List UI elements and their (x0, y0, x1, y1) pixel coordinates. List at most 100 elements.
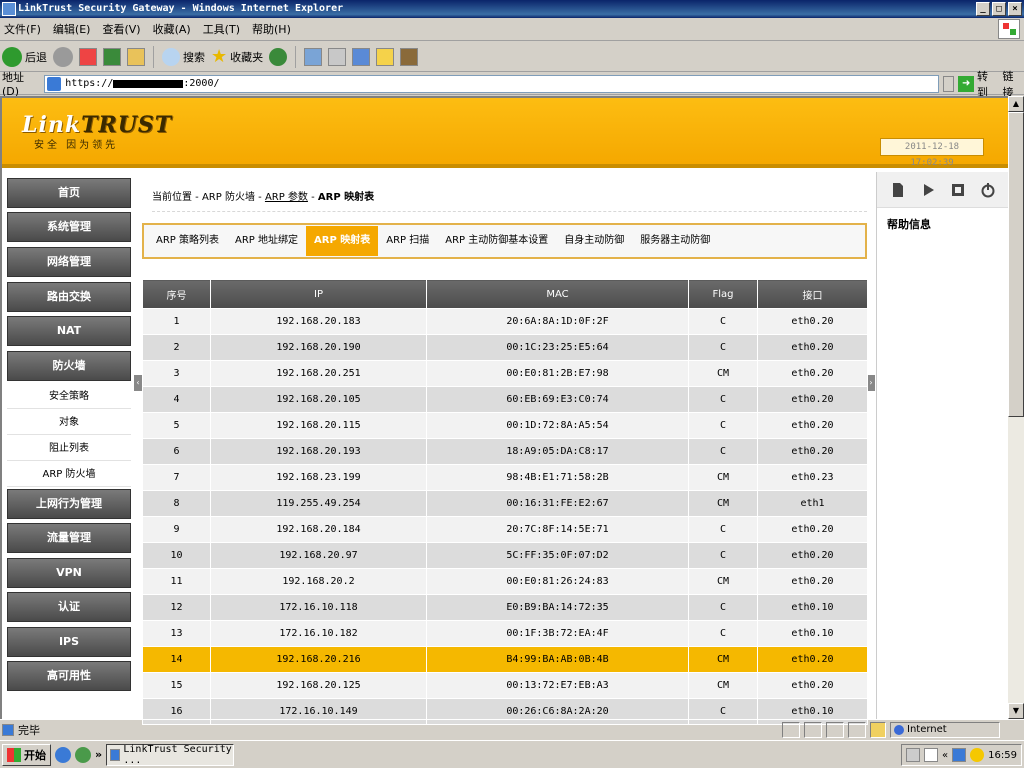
vertical-scrollbar[interactable]: ▲ ▼ (1008, 96, 1024, 719)
column-header: MAC (426, 279, 689, 309)
go-button[interactable]: ➜ 转到 (958, 68, 998, 100)
table-row[interactable]: 12 172.16.10.118 E0:B9:BA:14:72:35 Ceth0.10 (142, 594, 868, 621)
menu-file[interactable]: 文件(F) (4, 21, 41, 37)
table-row[interactable]: 5 192.168.20.115 00:1D:72:8A:A5:54 Ceth0.20 (142, 412, 868, 439)
table-row[interactable]: 2 192.168.20.190 00:1C:23:25:E5:64 Ceth0.20 (142, 334, 868, 361)
address-bar: 地址(D) https:// :2000/ ➜ 转到 链接 (0, 70, 1024, 99)
network-icon[interactable] (952, 748, 967, 762)
menu-edit[interactable]: 编辑(E) (53, 21, 91, 37)
crumb-arp-firewall[interactable]: ARP 防火墙 (202, 192, 255, 203)
nav-ips[interactable]: IPS (7, 627, 131, 657)
keyboard-icon[interactable] (906, 748, 921, 762)
table-row[interactable]: 9 192.168.20.184 20:7C:8F:14:5E:71 Ceth0.20 (142, 516, 868, 543)
table-cell: eth0.20 (757, 412, 868, 439)
play-icon[interactable] (920, 182, 936, 198)
home-icon[interactable] (127, 47, 145, 66)
crumb-arp-params[interactable]: ARP 参数 (265, 192, 308, 203)
tab-4[interactable]: ARP 主动防御基本设置 (437, 226, 556, 256)
table-row[interactable]: 8 119.255.49.254 00:16:31:FE:E2:67 CM eth1 (142, 490, 868, 517)
power-icon[interactable] (980, 182, 996, 198)
table-row[interactable]: 14 192.168.20.216 B4:99:BA:AB:0B:4B CM eth0.… (142, 646, 868, 673)
scroll-up-button[interactable]: ▲ (1008, 96, 1024, 112)
start-button[interactable]: 开始 (2, 743, 51, 766)
table-cell: 20:6A:8A:1D:0F:2F (426, 308, 689, 335)
quicklaunch-ie-icon[interactable] (55, 746, 71, 763)
table-row[interactable]: 10 192.168.20.97 5C:FF:35:0F:07:D2 Ceth0.20 (142, 542, 868, 569)
ie-icon (2, 2, 16, 16)
tray-clock: 16:59 (988, 749, 1017, 761)
table-row[interactable]: 15 192.168.20.125 00:13:72:E7:EB:A3 CM eth0.… (142, 672, 868, 699)
subnav-block-list[interactable]: 阻止列表 (7, 436, 131, 461)
close-button[interactable]: × (1008, 2, 1022, 16)
table-row[interactable]: 3 192.168.20.251 00:E0:81:2B:E7:98 CM eth0.2… (142, 360, 868, 387)
table-row[interactable]: 1 192.168.20.183 20:6A:8A:1D:0F:2F Ceth0.20 (142, 308, 868, 335)
table-cell: 192.168.20.184 (210, 516, 427, 543)
collapse-left-button[interactable]: ‹ (134, 375, 142, 391)
subnav-arp-firewall[interactable]: ARP 防火墙 (7, 462, 131, 487)
tray-expand-icon[interactable]: « (942, 750, 948, 761)
minimize-button[interactable]: _ (976, 2, 990, 16)
address-dropdown[interactable] (942, 75, 955, 92)
nav-vpn[interactable]: VPN (7, 558, 131, 588)
favorites-button[interactable]: ★ 收藏夹 (211, 46, 263, 67)
tab-2[interactable]: ARP 映射表 (306, 226, 379, 256)
tab-5[interactable]: 自身主动防御 (556, 226, 632, 256)
update-icon[interactable] (970, 748, 985, 762)
menu-tools[interactable]: 工具(T) (203, 21, 240, 37)
quicklaunch-more-icon[interactable]: » (95, 748, 102, 761)
search-button[interactable]: 搜索 (162, 47, 205, 66)
edit-icon[interactable] (352, 47, 371, 66)
tab-1[interactable]: ARP 地址绑定 (227, 226, 306, 256)
menu-help[interactable]: 帮助(H) (252, 21, 291, 37)
table-cell: 192.168.20.216 (210, 646, 427, 673)
taskbar-item[interactable]: LinkTrust Security ... (106, 743, 235, 766)
subnav-security-policy[interactable]: 安全策略 (7, 384, 131, 409)
table-cell: CM (688, 490, 758, 517)
address-input[interactable]: https:// :2000/ (44, 74, 939, 93)
nav-nat[interactable]: NAT (7, 316, 131, 346)
refresh-icon[interactable] (103, 47, 121, 66)
tab-6[interactable]: 服务器主动防御 (632, 226, 718, 256)
table-row[interactable]: 11 192.168.20.2 00:E0:81:26:24:83 CM eth0.20 (142, 568, 868, 595)
table-row[interactable]: 7 192.168.23.199 98:4B:E1:71:58:2B CM eth0.2… (142, 464, 868, 491)
table-row[interactable]: 4 192.168.20.105 60:EB:69:E3:C0:74 Ceth0.20 (142, 386, 868, 413)
menu-favorites[interactable]: 收藏(A) (153, 21, 191, 37)
table-cell: 1 (142, 308, 211, 335)
collapse-right-button[interactable]: › (867, 375, 875, 391)
back-button[interactable]: 后退 (2, 46, 47, 67)
messenger-icon[interactable] (400, 47, 419, 66)
nav-home[interactable]: 首页 (7, 178, 131, 208)
nav-behavior[interactable]: 上网行为管理 (7, 489, 131, 519)
scroll-thumb[interactable] (1008, 112, 1024, 417)
links-button[interactable]: 链接 (1003, 68, 1024, 100)
notes-icon[interactable] (376, 47, 395, 66)
nav-auth[interactable]: 认证 (7, 592, 131, 622)
table-cell: 9 (142, 516, 211, 543)
forward-button[interactable] (53, 46, 73, 67)
scroll-down-button[interactable]: ▼ (1008, 703, 1024, 719)
subnav-object[interactable]: 对象 (7, 410, 131, 435)
nav-network[interactable]: 网络管理 (7, 247, 131, 277)
stop-icon[interactable] (79, 47, 97, 66)
stop-icon[interactable] (950, 182, 966, 198)
table-cell: CM (688, 672, 758, 699)
nav-routing[interactable]: 路由交换 (7, 282, 131, 312)
menu-view[interactable]: 查看(V) (102, 21, 140, 37)
datetime-display: 2011-12-18 17:02:39 (880, 138, 984, 168)
tab-3[interactable]: ARP 扫描 (378, 226, 437, 256)
print-icon[interactable] (328, 47, 347, 66)
document-icon[interactable] (890, 182, 906, 198)
table-row[interactable]: 13 172.16.10.182 00:1F:3B:72:EA:4F Ceth0.10 (142, 620, 868, 647)
nav-system[interactable]: 系统管理 (7, 212, 131, 242)
maximize-button[interactable]: □ (992, 2, 1006, 16)
nav-ha[interactable]: 高可用性 (7, 661, 131, 691)
nav-traffic[interactable]: 流量管理 (7, 523, 131, 553)
tab-0[interactable]: ARP 策略列表 (148, 226, 227, 256)
history-icon[interactable] (269, 47, 288, 66)
help-tray-icon[interactable] (924, 748, 939, 762)
table-row[interactable]: 6 192.168.20.193 18:A9:05:DA:C8:17 Ceth0.20 (142, 438, 868, 465)
quicklaunch-desktop-icon[interactable] (75, 746, 91, 763)
mail-icon[interactable] (304, 47, 323, 66)
table-cell: 00:1D:72:8A:A5:54 (426, 412, 689, 439)
nav-firewall[interactable]: 防火墙 (7, 351, 131, 381)
